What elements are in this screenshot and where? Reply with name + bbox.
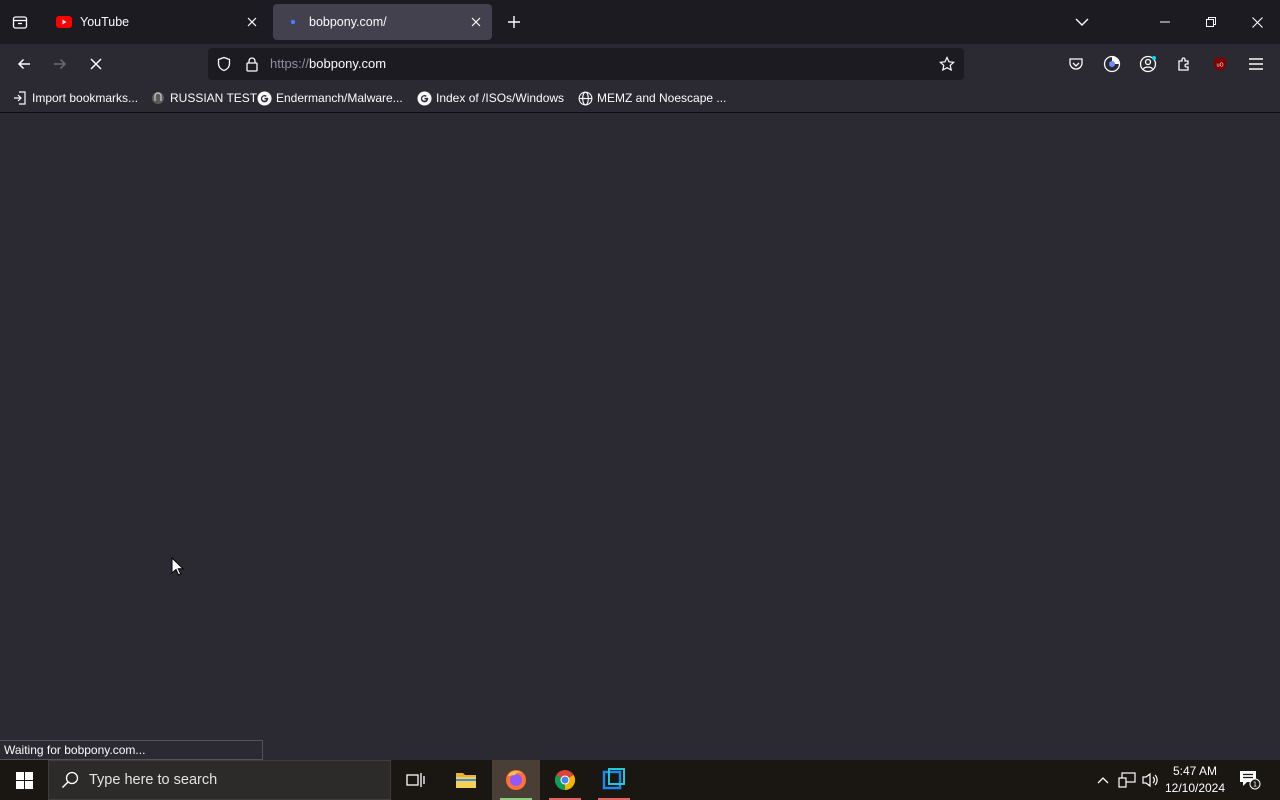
bookmarks-toolbar: Import bookmarks... RUSSIAN TEST Enderma… bbox=[0, 84, 1280, 113]
speaker-icon bbox=[1142, 772, 1158, 788]
bookmark-endermanch[interactable]: Endermanch/Malware... bbox=[256, 87, 403, 109]
firefox-view-button[interactable] bbox=[0, 4, 40, 40]
taskbar-file-explorer[interactable] bbox=[442, 760, 490, 800]
stop-button[interactable] bbox=[80, 48, 112, 80]
puzzle-icon bbox=[1178, 57, 1189, 71]
task-view-button[interactable] bbox=[392, 760, 440, 800]
volume-button[interactable] bbox=[1140, 760, 1162, 800]
forward-button[interactable] bbox=[44, 48, 76, 80]
start-button[interactable] bbox=[0, 760, 48, 800]
ublock-icon: uO bbox=[1214, 57, 1226, 71]
status-panel: Waiting for bobpony.com... bbox=[0, 740, 263, 760]
arrow-left-icon bbox=[17, 58, 30, 70]
chevron-down-icon bbox=[1075, 18, 1089, 26]
mouse-cursor-icon bbox=[171, 557, 185, 576]
chart-circle-icon bbox=[1103, 55, 1121, 73]
minimize-icon bbox=[1160, 21, 1170, 23]
url-host: bobpony.com bbox=[309, 56, 387, 71]
taskbar-clock[interactable]: 5:47 AM 12/10/2024 bbox=[1160, 760, 1230, 800]
network-icon bbox=[1118, 772, 1136, 788]
app-menu-button[interactable] bbox=[1240, 48, 1272, 80]
google-icon bbox=[416, 90, 432, 106]
firefox-icon bbox=[506, 770, 526, 790]
loading-dot-icon bbox=[285, 14, 301, 30]
plus-icon bbox=[508, 16, 520, 28]
svg-text:uO: uO bbox=[1216, 63, 1223, 69]
arrow-right-icon bbox=[54, 58, 67, 70]
extension-button[interactable] bbox=[1096, 48, 1128, 80]
ublock-button[interactable]: uO bbox=[1204, 48, 1236, 80]
show-hidden-icons-button[interactable] bbox=[1094, 760, 1112, 800]
tab-bobpony[interactable]: bobpony.com/ bbox=[273, 4, 492, 40]
chevron-up-icon bbox=[1097, 777, 1109, 784]
clock-time: 5:47 AM bbox=[1172, 764, 1218, 778]
google-icon bbox=[256, 90, 272, 106]
firefox-view-icon bbox=[12, 16, 28, 29]
task-view-icon bbox=[406, 773, 425, 787]
taskbar-firefox[interactable] bbox=[492, 760, 540, 800]
stop-icon bbox=[90, 58, 102, 70]
bookmark-import[interactable]: Import bookmarks... bbox=[12, 87, 138, 109]
shield-icon[interactable] bbox=[216, 56, 232, 72]
close-tab-icon[interactable] bbox=[240, 10, 264, 34]
list-all-tabs-button[interactable] bbox=[1059, 0, 1105, 44]
bookmark-label: RUSSIAN TEST bbox=[170, 91, 258, 105]
hamburger-menu-icon bbox=[1249, 58, 1263, 70]
restore-icon bbox=[1206, 17, 1216, 27]
url-bar[interactable]: https://bobpony.com bbox=[208, 48, 964, 80]
network-button[interactable] bbox=[1116, 760, 1138, 800]
search-placeholder: Type here to search bbox=[89, 772, 218, 788]
close-window-button[interactable] bbox=[1234, 0, 1280, 44]
restore-button[interactable] bbox=[1188, 0, 1234, 44]
notification-count: 1 bbox=[1253, 781, 1257, 789]
pocket-icon bbox=[1069, 58, 1083, 70]
youtube-icon bbox=[56, 14, 72, 30]
url-scheme: https:// bbox=[270, 56, 310, 71]
taskbar: Type here to search 5:47 AM 12/10/2024 1 bbox=[0, 760, 1280, 800]
taskbar-search-box[interactable]: Type here to search bbox=[48, 760, 391, 800]
tab-youtube[interactable]: YouTube bbox=[44, 4, 268, 40]
windows-logo-icon bbox=[15, 771, 33, 789]
back-button[interactable] bbox=[8, 48, 40, 80]
account-button[interactable] bbox=[1132, 48, 1164, 80]
bookmark-label: Index of /ISOs/Windows bbox=[436, 91, 565, 105]
bookmark-label: Endermanch/Malware... bbox=[276, 91, 403, 105]
tab-title: bobpony.com/ bbox=[309, 15, 387, 29]
bookmark-star-icon[interactable] bbox=[939, 56, 955, 72]
new-tab-button[interactable] bbox=[502, 10, 526, 34]
bookmark-label: Import bookmarks... bbox=[32, 91, 139, 105]
virtualbox-icon bbox=[602, 768, 625, 790]
notification-icon: 1 bbox=[1240, 771, 1261, 790]
lock-icon[interactable] bbox=[244, 56, 260, 72]
tab-title: YouTube bbox=[80, 15, 130, 29]
folder-icon bbox=[456, 773, 476, 788]
account-icon bbox=[1139, 55, 1157, 73]
favicon-icon bbox=[150, 90, 166, 106]
clock-date: 12/10/2024 bbox=[1164, 781, 1226, 795]
chrome-icon bbox=[554, 770, 576, 791]
bookmark-label: MEMZ and Noescape ... bbox=[597, 91, 727, 105]
extensions-button[interactable] bbox=[1168, 48, 1200, 80]
taskbar-chrome[interactable] bbox=[541, 760, 589, 800]
pocket-button[interactable] bbox=[1060, 48, 1092, 80]
bookmark-russian-test[interactable]: RUSSIAN TEST bbox=[150, 87, 257, 109]
action-center-button[interactable]: 1 bbox=[1236, 760, 1264, 800]
page-content[interactable] bbox=[0, 113, 1280, 760]
taskbar-virtualbox[interactable] bbox=[590, 760, 638, 800]
bookmark-index-isos[interactable]: Index of /ISOs/Windows bbox=[416, 87, 564, 109]
tab-strip: YouTube bobpony.com/ bbox=[0, 0, 1280, 44]
search-icon bbox=[61, 771, 79, 789]
close-icon bbox=[1251, 16, 1263, 28]
import-icon bbox=[12, 90, 28, 106]
bookmark-memz[interactable]: MEMZ and Noescape ... bbox=[577, 87, 726, 109]
url-text[interactable]: https://bobpony.com bbox=[270, 48, 386, 80]
minimize-button[interactable] bbox=[1142, 0, 1188, 44]
close-tab-icon[interactable] bbox=[464, 10, 488, 34]
globe-icon bbox=[577, 90, 593, 106]
